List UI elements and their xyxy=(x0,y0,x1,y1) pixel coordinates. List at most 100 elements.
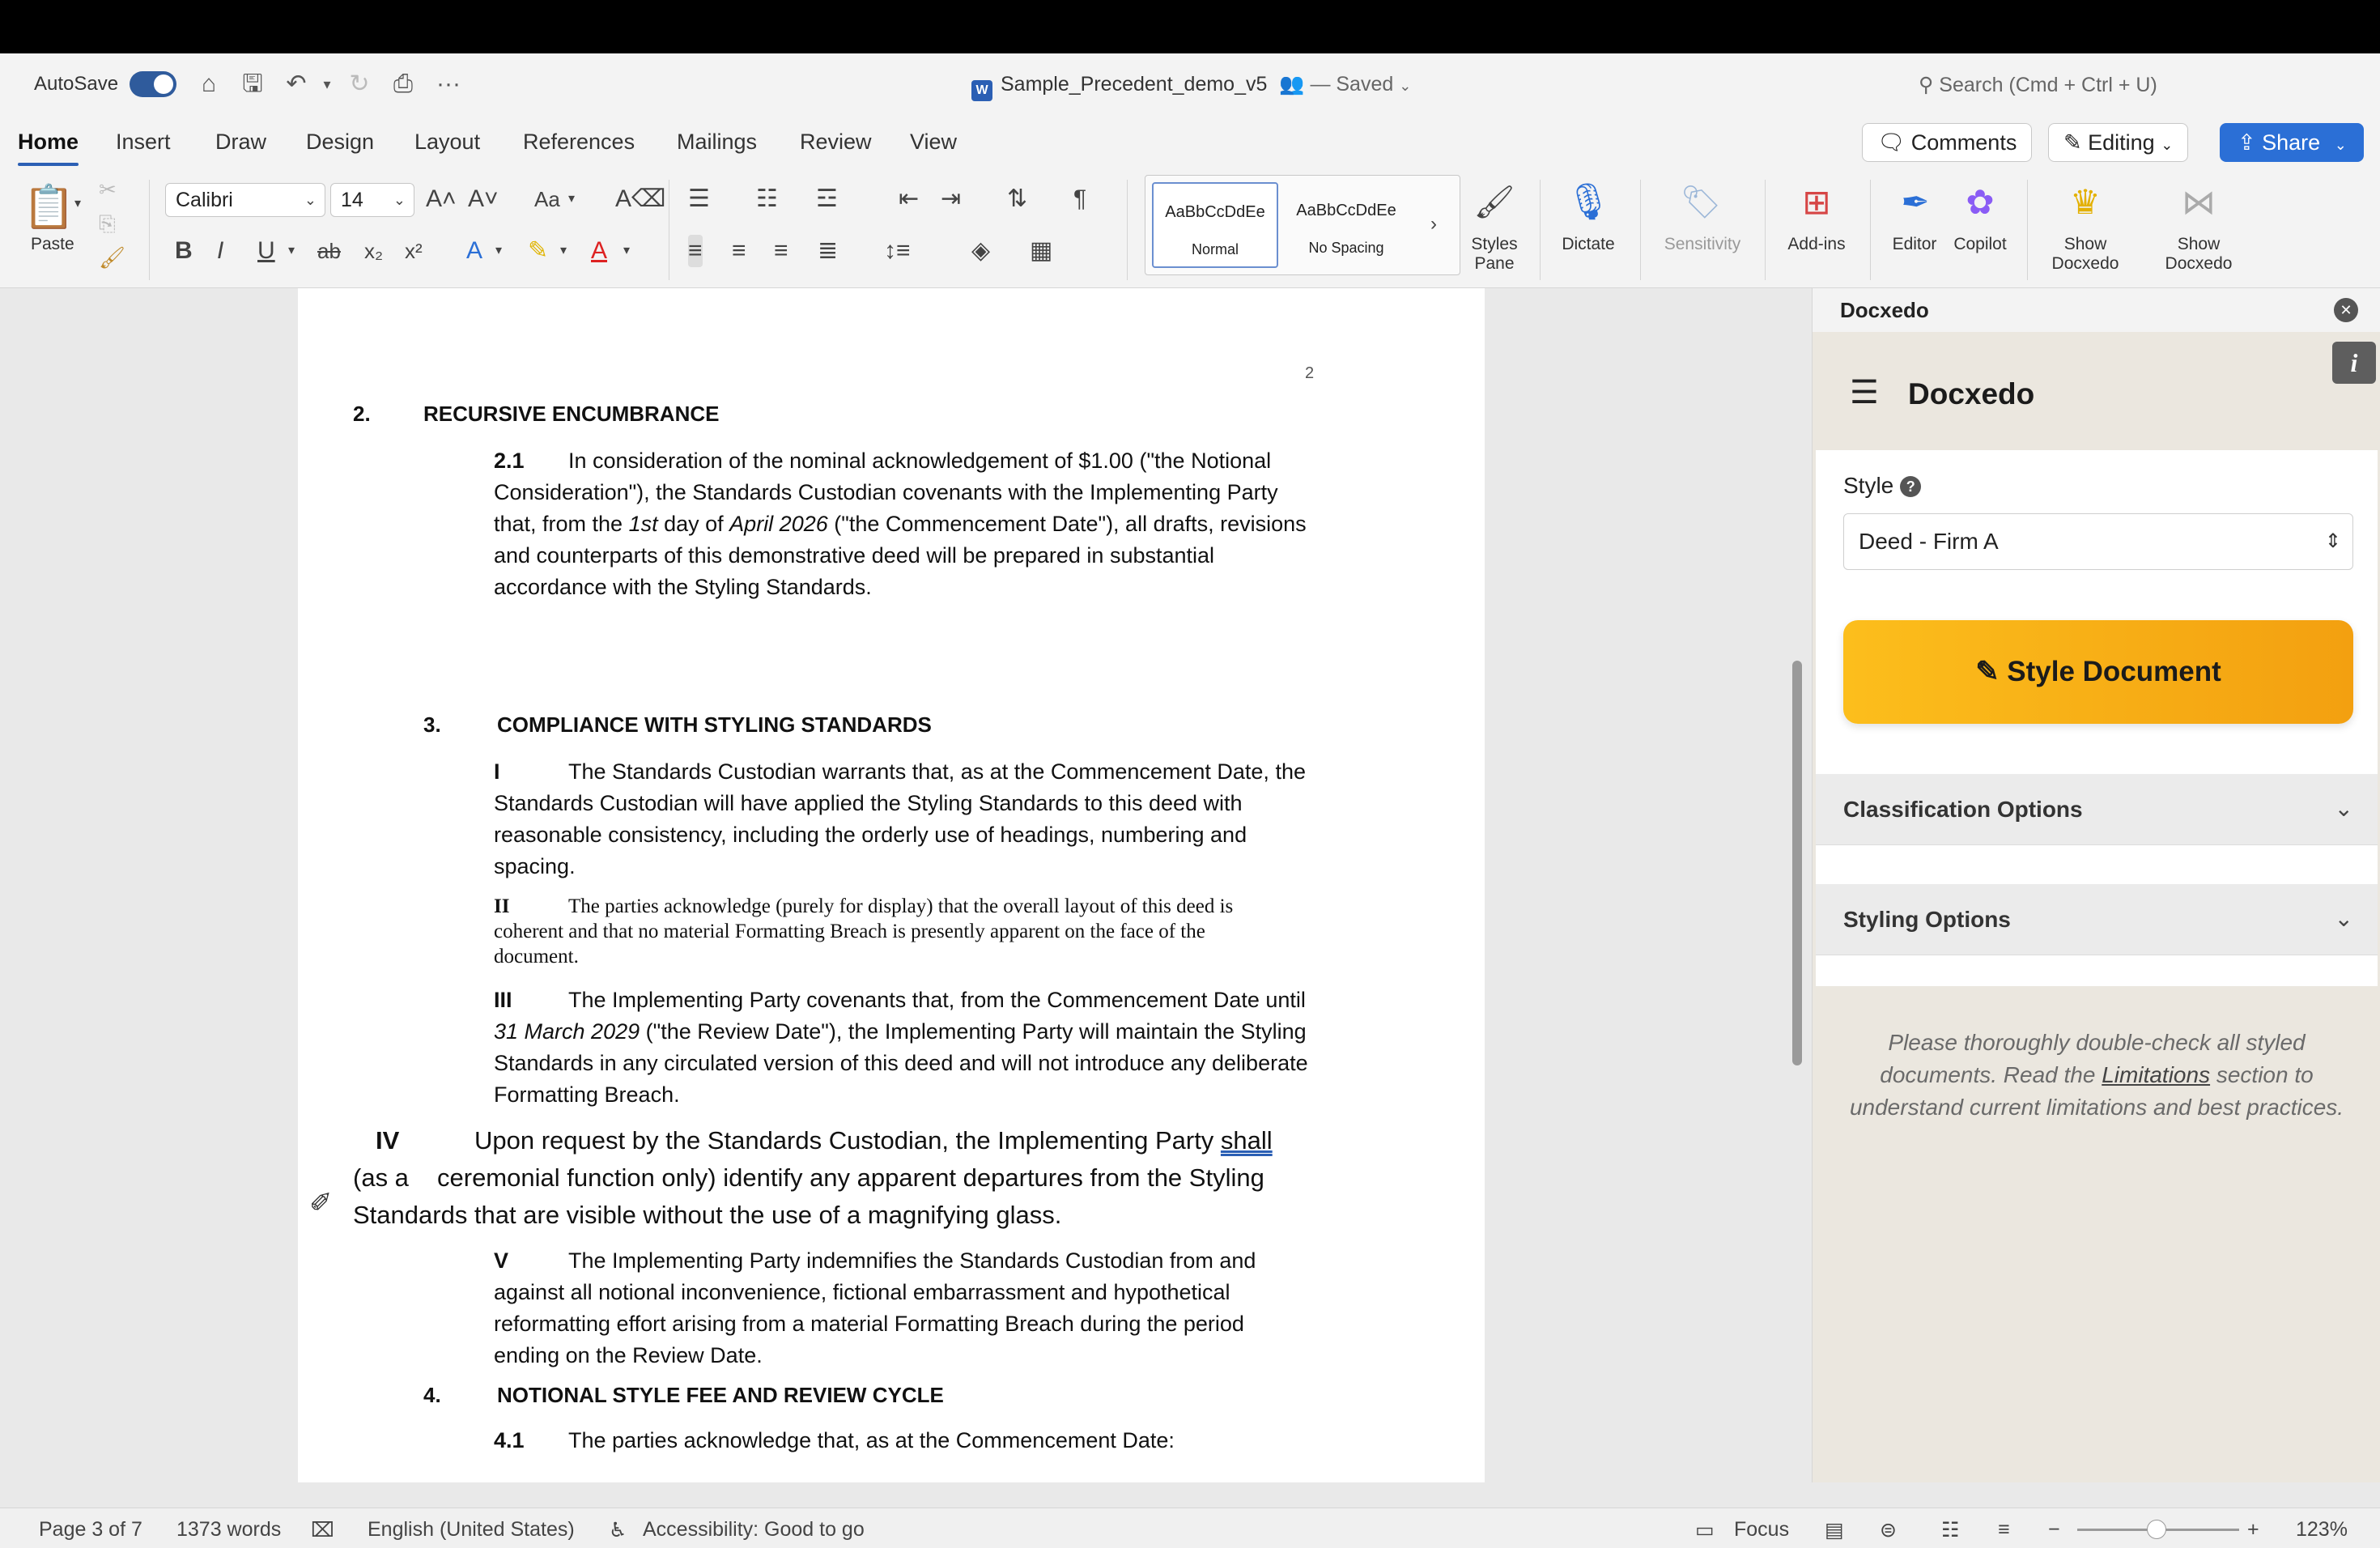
addins-icon[interactable]: ⊞ xyxy=(1789,178,1844,227)
align-right-icon[interactable]: ≡ xyxy=(774,235,788,267)
grow-font-icon[interactable]: A˄ xyxy=(426,183,457,215)
change-case-dropdown-icon[interactable]: ▾ xyxy=(568,183,575,215)
undo-icon[interactable]: ↶ xyxy=(280,70,312,99)
cut-icon[interactable]: ✂ xyxy=(99,173,117,206)
clause-paragraph[interactable]: 4.1 The parties acknowledge that, as at t… xyxy=(494,1425,1311,1457)
tab-design[interactable]: Design xyxy=(306,130,374,155)
clause-paragraph[interactable]: III The Implementing Party covenants that… xyxy=(494,985,1311,1111)
search-box[interactable]: ⚲ Search (Cmd + Ctrl + U) xyxy=(1919,73,2157,97)
borders-icon[interactable]: ▦ xyxy=(1030,235,1052,267)
page-count[interactable]: Page 3 of 7 xyxy=(39,1518,142,1542)
hamburger-menu-icon[interactable]: ☰ xyxy=(1850,374,1879,411)
clause-paragraph[interactable]: V The Implementing Party indemnifies the … xyxy=(494,1245,1311,1372)
focus-icon[interactable]: ▭ xyxy=(1695,1518,1715,1542)
microphone-icon[interactable]: 🎙 xyxy=(1562,178,1614,227)
highlight-dropdown-icon[interactable]: ▾ xyxy=(560,235,567,267)
tab-insert[interactable]: Insert xyxy=(116,130,171,155)
zoom-slider-thumb[interactable] xyxy=(2147,1520,2166,1539)
outline-view-icon[interactable]: ☷ xyxy=(1941,1518,1959,1542)
classification-options-accordion[interactable]: Classification Options ⌄ xyxy=(1816,774,2378,845)
font-size-select[interactable]: 14 ⌄ xyxy=(330,183,414,217)
font-color-icon[interactable]: A xyxy=(591,235,607,267)
sensitivity-icon[interactable]: 🏷 xyxy=(1672,178,1729,227)
tab-draw[interactable]: Draw xyxy=(215,130,266,155)
tab-home[interactable]: Home xyxy=(18,130,79,166)
draft-view-icon[interactable]: ≡ xyxy=(1998,1518,2010,1542)
tab-view[interactable]: View xyxy=(910,130,957,155)
format-painter-icon[interactable]: 🖌 xyxy=(99,241,125,274)
tab-review[interactable]: Review xyxy=(800,130,872,155)
proofing-icon[interactable]: ⌧ xyxy=(311,1518,334,1542)
highlight-icon[interactable]: ✎ xyxy=(528,235,548,267)
docxedo-alt-icon[interactable]: ⋈ xyxy=(2173,178,2225,227)
styles-more-icon[interactable]: › xyxy=(1430,208,1437,240)
align-center-icon[interactable]: ≡ xyxy=(732,235,746,267)
document-title[interactable]: W Sample_Precedent_demo_v5 👥 — Saved ⌄ xyxy=(971,73,1411,101)
text-effects-icon[interactable]: A xyxy=(466,235,482,267)
clause-paragraph-unstyled[interactable]: IV Upon request by the Standards Custodia… xyxy=(353,1122,1438,1234)
grammar-flag[interactable]: shall xyxy=(1221,1126,1273,1155)
style-select[interactable]: Deed - Firm A ⇕ xyxy=(1843,513,2353,570)
style-no-spacing[interactable]: AaBbCcDdEe No Spacing xyxy=(1283,182,1409,268)
paste-dropdown-icon[interactable]: ▾ xyxy=(74,188,81,220)
styling-options-accordion[interactable]: Styling Options ⌄ xyxy=(1816,884,2378,955)
clause-paragraph[interactable]: II The parties acknowledge (purely for di… xyxy=(494,894,1271,969)
underline-icon[interactable]: U xyxy=(257,235,275,267)
comments-button[interactable]: 🗨 Comments xyxy=(1862,123,2033,162)
info-icon[interactable]: i xyxy=(2332,342,2376,384)
underline-dropdown-icon[interactable]: ▾ xyxy=(288,235,295,267)
clear-formatting-icon[interactable]: A⌫ xyxy=(615,183,665,215)
bold-icon[interactable]: B xyxy=(175,235,193,267)
styles-pane-icon[interactable]: 🖌 xyxy=(1467,180,1522,225)
tab-mailings[interactable]: Mailings xyxy=(677,130,757,155)
autosave-toggle[interactable] xyxy=(130,71,176,97)
numbering-icon[interactable]: ☷ xyxy=(756,183,778,215)
word-count[interactable]: 1373 words xyxy=(176,1518,281,1542)
style-normal[interactable]: AaBbCcDdEe Normal xyxy=(1152,182,1278,268)
italic-icon[interactable]: I xyxy=(217,235,223,267)
bullets-icon[interactable]: ☰ xyxy=(688,183,710,215)
zoom-in-icon[interactable]: + xyxy=(2247,1518,2259,1542)
shrink-font-icon[interactable]: A˅ xyxy=(468,183,499,215)
shading-icon[interactable]: ◈ xyxy=(971,235,990,267)
print-layout-icon[interactable]: ▤ xyxy=(1825,1518,1844,1542)
decrease-indent-icon[interactable]: ⇤ xyxy=(899,183,919,215)
copilot-icon[interactable]: ✿ xyxy=(1954,178,2006,227)
ai-rewrite-icon[interactable]: ✐ xyxy=(309,1187,333,1219)
text-effects-dropdown-icon[interactable]: ▾ xyxy=(495,235,502,267)
web-layout-icon[interactable]: ⊜ xyxy=(1880,1518,1897,1542)
align-left-icon[interactable]: ≡ xyxy=(688,235,703,267)
tab-references[interactable]: References xyxy=(523,130,635,155)
limitations-link[interactable]: Limitations xyxy=(2102,1062,2210,1087)
show-formatting-icon[interactable]: ¶ xyxy=(1073,183,1086,215)
change-case-button[interactable]: Aa xyxy=(534,183,560,215)
language[interactable]: English (United States) xyxy=(368,1518,575,1542)
increase-indent-icon[interactable]: ⇥ xyxy=(941,183,961,215)
line-spacing-icon[interactable]: ↕≡ xyxy=(884,235,911,267)
close-icon[interactable]: ✕ xyxy=(2334,298,2358,322)
font-name-select[interactable]: Calibri ⌄ xyxy=(165,183,325,217)
tab-layout[interactable]: Layout xyxy=(414,130,480,155)
help-icon[interactable]: ? xyxy=(1900,476,1922,497)
justify-icon[interactable]: ≣ xyxy=(818,235,838,267)
clause-paragraph[interactable]: 2.1 In consideration of the nominal ackno… xyxy=(494,445,1311,603)
more-options-icon[interactable]: ··· xyxy=(432,70,465,99)
superscript-icon[interactable]: x² xyxy=(405,235,423,267)
sort-icon[interactable]: ⇅ xyxy=(1007,183,1027,215)
accessibility-status[interactable]: Accessibility: Good to go xyxy=(643,1518,865,1542)
zoom-level[interactable]: 123% xyxy=(2296,1518,2348,1542)
paste-icon[interactable]: 📋 xyxy=(23,181,75,233)
document-canvas[interactable]: 2 2. RECURSIVE ENCUMBRANCE 2.1 In conside… xyxy=(0,288,1812,1482)
document-page[interactable]: 2 2. RECURSIVE ENCUMBRANCE 2.1 In conside… xyxy=(298,288,1485,1482)
clause-paragraph[interactable]: I The Standards Custodian warrants that, … xyxy=(494,756,1311,882)
focus-label[interactable]: Focus xyxy=(1734,1518,1789,1542)
undo-dropdown-icon[interactable]: ▾ xyxy=(311,70,343,99)
subscript-icon[interactable]: x₂ xyxy=(364,235,383,267)
print-icon[interactable]: ⎙ xyxy=(387,70,419,99)
home-icon[interactable]: ⌂ xyxy=(193,70,225,99)
copy-icon[interactable]: ⎘ xyxy=(99,207,116,240)
editing-button[interactable]: ✎ Editing ⌄ xyxy=(2048,123,2189,162)
font-color-dropdown-icon[interactable]: ▾ xyxy=(623,235,630,267)
multilevel-list-icon[interactable]: ☲ xyxy=(816,183,838,215)
redo-icon[interactable]: ↻ xyxy=(343,70,376,99)
